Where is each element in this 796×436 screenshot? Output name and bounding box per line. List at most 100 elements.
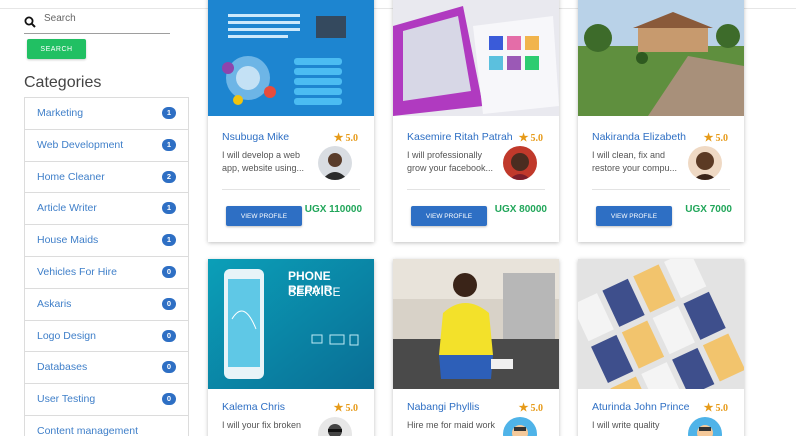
avatar [503, 146, 537, 180]
freelancer-card: PHONE REPAIR SERVICE Kalema Chris ★ 5.0 I… [208, 259, 374, 436]
search-icon [24, 16, 36, 28]
service-image [393, 0, 559, 116]
category-item-house-maids[interactable]: House Maids 1 [24, 225, 189, 257]
category-label: User Testing [37, 393, 96, 406]
page: SEARCH Categories Marketing 1 Web Develop… [0, 0, 796, 436]
service-description: Hire me for maid work [407, 419, 507, 432]
category-label: Content management [37, 424, 138, 436]
category-label: Home Cleaner [37, 170, 105, 183]
category-count-badge: 2 [162, 170, 176, 183]
view-profile-button[interactable]: VIEW PROFILE [226, 206, 302, 226]
price: UGX 7000 [685, 204, 732, 215]
service-image [208, 0, 374, 116]
rating: ★ 5.0 [519, 131, 543, 144]
service-description: I will clean, fix and restore your compu.… [592, 149, 684, 175]
freelancer-card: Kasemire Ritah Patrah ★ 5.0 I will profes… [393, 0, 559, 242]
category-item-marketing[interactable]: Marketing 1 [24, 98, 189, 130]
description-line: I will professionally [407, 150, 483, 160]
star-icon: ★ [703, 132, 714, 144]
category-label: Vehicles For Hire [37, 265, 117, 278]
category-item-vehicles-for-hire[interactable]: Vehicles For Hire 0 [24, 256, 189, 289]
rating-value: 5.0 [715, 133, 729, 144]
category-item-databases[interactable]: Databases 0 [24, 352, 189, 385]
rating: ★ 5.0 [334, 131, 358, 144]
freelancer-card: Nabangi Phyllis ★ 5.0 Hire me for maid wo… [393, 259, 559, 436]
service-description: I will your fix broken [222, 419, 322, 432]
freelancer-card: Nakiranda Elizabeth ★ 5.0 I will clean, f… [578, 0, 744, 242]
category-count-badge: 1 [162, 138, 176, 151]
category-item-logo-design[interactable]: Logo Design 0 [24, 320, 189, 353]
search-bar [24, 10, 170, 34]
service-image [578, 0, 744, 116]
price: UGX 110000 [304, 204, 362, 215]
rating: ★ 5.0 [519, 401, 543, 414]
star-icon: ★ [333, 132, 344, 144]
rating: ★ 5.0 [704, 401, 728, 414]
avatar [503, 417, 537, 436]
category-label: Databases [37, 361, 88, 374]
category-item-article-writer[interactable]: Article Writer 1 [24, 193, 189, 226]
rating: ★ 5.0 [334, 401, 358, 414]
search-button[interactable]: SEARCH [27, 39, 86, 59]
category-count-badge: 1 [162, 202, 176, 215]
search-input[interactable] [44, 13, 166, 24]
divider [592, 189, 730, 190]
freelancer-name[interactable]: Nabangi Phyllis [407, 401, 479, 413]
price: UGX 80000 [494, 204, 547, 215]
category-list: Marketing 1 Web Development 1 Home Cleaner… [24, 97, 189, 436]
freelancer-name[interactable]: Kalema Chris [222, 401, 285, 413]
service-description: I will develop a web app, website using..… [222, 149, 314, 175]
rating-value: 5.0 [530, 133, 544, 144]
star-icon: ★ [518, 402, 529, 414]
category-item-home-cleaner[interactable]: Home Cleaner 2 [24, 161, 189, 194]
category-label: House Maids [37, 234, 99, 247]
freelancer-name[interactable]: Nsubuga Mike [222, 131, 289, 143]
category-label: Logo Design [37, 329, 96, 342]
freelancer-name[interactable]: Aturinda John Prince [592, 401, 689, 413]
categories-heading: Categories [24, 74, 102, 91]
rating-value: 5.0 [345, 403, 359, 414]
category-count-badge: 0 [162, 329, 176, 342]
category-label: Article Writer [37, 202, 97, 215]
freelancer-name[interactable]: Kasemire Ritah Patrah [407, 131, 513, 143]
rating-value: 5.0 [715, 403, 729, 414]
avatar [688, 417, 722, 436]
freelancer-card: Nsubuga Mike ★ 5.0 I will develop a web ap… [208, 0, 374, 242]
star-icon: ★ [703, 402, 714, 414]
freelancer-name[interactable]: Nakiranda Elizabeth [592, 131, 686, 143]
category-item-user-testing[interactable]: User Testing 0 [24, 384, 189, 416]
category-item-askaris[interactable]: Askaris 0 [24, 288, 189, 321]
freelancer-card: Aturinda John Prince ★ 5.0 I will write q… [578, 259, 744, 436]
category-item-content-management[interactable]: Content management [24, 415, 189, 436]
divider [222, 189, 360, 190]
description-line: restore your compu... [592, 163, 678, 173]
image-subtitle: SERVICE [288, 285, 341, 299]
service-image [393, 259, 559, 389]
divider [407, 189, 545, 190]
category-count-badge: 0 [162, 265, 176, 278]
service-description: I will professionally grow your facebook.… [407, 149, 499, 175]
category-count-badge: 1 [162, 234, 176, 247]
view-profile-button[interactable]: VIEW PROFILE [411, 206, 487, 226]
service-image: PHONE REPAIR SERVICE [208, 259, 374, 389]
category-item-web-development[interactable]: Web Development 1 [24, 129, 189, 162]
category-count-badge: 1 [162, 107, 176, 119]
category-count-badge: 0 [162, 361, 176, 374]
description-line: I will clean, fix and [592, 150, 666, 160]
description-line: grow your facebook... [407, 163, 494, 173]
avatar [318, 417, 352, 436]
category-label: Marketing [37, 107, 84, 119]
description-line: I will write quality [592, 420, 660, 430]
rating: ★ 5.0 [704, 131, 728, 144]
sidebar: SEARCH Categories Marketing 1 Web Develop… [0, 0, 196, 436]
category-label: Askaris [37, 297, 72, 310]
description-line: I will develop a web [222, 150, 301, 160]
description-line: I will your fix broken [222, 420, 302, 430]
avatar [688, 146, 722, 180]
service-description: I will write quality [592, 419, 692, 432]
star-icon: ★ [333, 402, 344, 414]
rating-value: 5.0 [530, 403, 544, 414]
view-profile-button[interactable]: VIEW PROFILE [596, 206, 672, 226]
description-line: app, website using... [222, 163, 305, 173]
category-label: Web Development [37, 138, 124, 151]
